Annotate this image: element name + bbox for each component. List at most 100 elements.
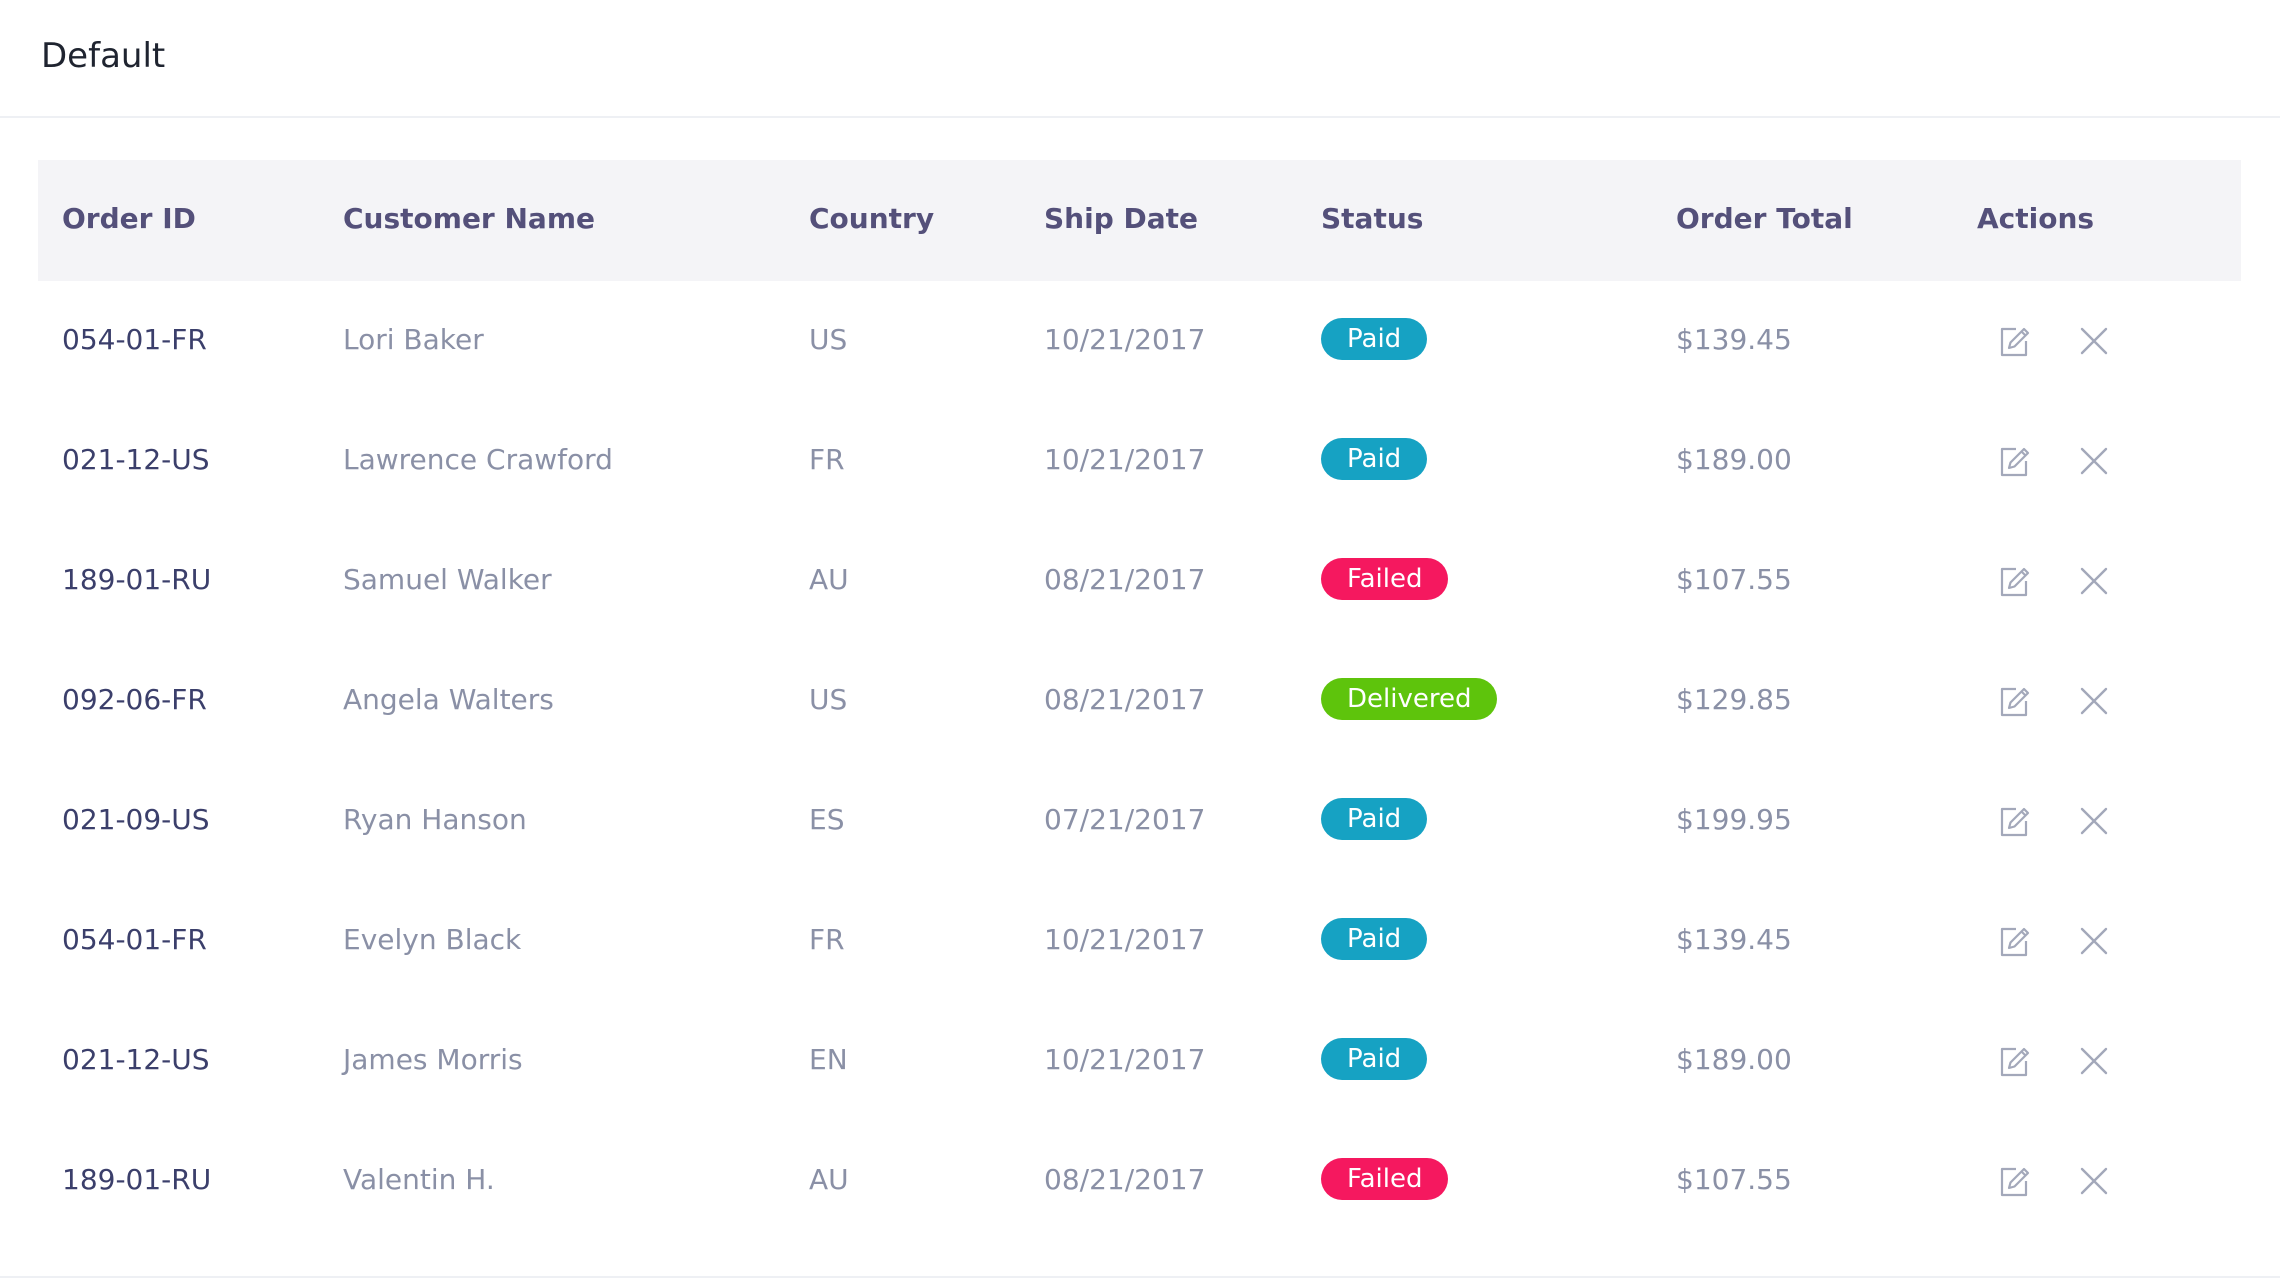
row-actions (1994, 321, 2144, 361)
column-header-order-total[interactable]: Order Total (1676, 202, 1853, 235)
customer-name-cell: Valentin H. (343, 1163, 495, 1196)
order-total-cell: $139.45 (1676, 323, 1792, 356)
edit-icon (2000, 1047, 2030, 1077)
customer-name-cell: Lori Baker (343, 323, 484, 356)
close-icon (2080, 1167, 2108, 1195)
delete-button[interactable] (2074, 681, 2114, 721)
table-row: 021-12-US James Morris EN 10/21/2017 Pai… (38, 1001, 2241, 1121)
ship-date-cell: 10/21/2017 (1044, 443, 1206, 476)
table-row: 054-01-FR Lori Baker US 10/21/2017 Paid … (38, 281, 2241, 401)
column-header-country[interactable]: Country (809, 202, 934, 235)
order-total-cell: $129.85 (1676, 683, 1792, 716)
row-actions (1994, 921, 2144, 961)
order-id-cell: 021-09-US (62, 803, 210, 836)
edit-button[interactable] (1994, 441, 2034, 481)
page: Default Order ID Customer Name Country S… (0, 0, 2280, 1278)
orders-table: Order ID Customer Name Country Ship Date… (38, 160, 2241, 1241)
order-total-cell: $107.55 (1676, 1163, 1792, 1196)
status-badge: Paid (1321, 798, 1428, 840)
close-icon (2080, 447, 2108, 475)
ship-date-cell: 10/21/2017 (1044, 323, 1206, 356)
edit-button[interactable] (1994, 801, 2034, 841)
customer-name-cell: Lawrence Crawford (343, 443, 613, 476)
row-actions (1994, 1041, 2144, 1081)
order-total-cell: $107.55 (1676, 563, 1792, 596)
customer-name-cell: Evelyn Black (343, 923, 522, 956)
edit-icon (2000, 687, 2030, 717)
edit-button[interactable] (1994, 921, 2034, 961)
row-actions (1994, 441, 2144, 481)
customer-name-cell: Angela Walters (343, 683, 554, 716)
country-cell: AU (809, 1163, 849, 1196)
order-id-cell: 021-12-US (62, 443, 210, 476)
order-total-cell: $199.95 (1676, 803, 1792, 836)
status-badge: Paid (1321, 318, 1428, 360)
country-cell: AU (809, 563, 849, 596)
close-icon (2080, 327, 2108, 355)
column-header-status[interactable]: Status (1321, 202, 1423, 235)
order-total-cell: $139.45 (1676, 923, 1792, 956)
row-actions (1994, 561, 2144, 601)
country-cell: ES (809, 803, 845, 836)
status-badge: Failed (1321, 558, 1449, 600)
order-id-cell: 189-01-RU (62, 1163, 212, 1196)
country-cell: FR (809, 923, 845, 956)
page-header: Default (0, 0, 2280, 118)
order-id-cell: 021-12-US (62, 1043, 210, 1076)
customer-name-cell: Ryan Hanson (343, 803, 527, 836)
delete-button[interactable] (2074, 1161, 2114, 1201)
edit-button[interactable] (1994, 681, 2034, 721)
order-id-cell: 054-01-FR (62, 923, 207, 956)
country-cell: FR (809, 443, 845, 476)
column-header-order-id[interactable]: Order ID (62, 202, 196, 235)
row-actions (1994, 801, 2144, 841)
delete-button[interactable] (2074, 1041, 2114, 1081)
edit-icon (2000, 567, 2030, 597)
ship-date-cell: 08/21/2017 (1044, 683, 1206, 716)
close-icon (2080, 687, 2108, 715)
ship-date-cell: 07/21/2017 (1044, 803, 1206, 836)
close-icon (2080, 567, 2108, 595)
country-cell: US (809, 323, 848, 356)
column-header-ship-date[interactable]: Ship Date (1044, 202, 1198, 235)
customer-name-cell: James Morris (343, 1043, 523, 1076)
ship-date-cell: 08/21/2017 (1044, 1163, 1206, 1196)
table-row: 021-12-US Lawrence Crawford FR 10/21/201… (38, 401, 2241, 521)
status-badge: Paid (1321, 1038, 1428, 1080)
order-total-cell: $189.00 (1676, 443, 1792, 476)
delete-button[interactable] (2074, 921, 2114, 961)
table-body: 054-01-FR Lori Baker US 10/21/2017 Paid … (38, 281, 2241, 1241)
table-row: 021-09-US Ryan Hanson ES 07/21/2017 Paid… (38, 761, 2241, 881)
order-total-cell: $189.00 (1676, 1043, 1792, 1076)
edit-button[interactable] (1994, 1161, 2034, 1201)
column-header-actions: Actions (1977, 202, 2095, 235)
status-badge: Paid (1321, 918, 1428, 960)
close-icon (2080, 927, 2108, 955)
delete-button[interactable] (2074, 561, 2114, 601)
close-icon (2080, 1047, 2108, 1075)
ship-date-cell: 10/21/2017 (1044, 1043, 1206, 1076)
country-cell: EN (809, 1043, 848, 1076)
delete-button[interactable] (2074, 801, 2114, 841)
ship-date-cell: 10/21/2017 (1044, 923, 1206, 956)
edit-button[interactable] (1994, 1041, 2034, 1081)
column-header-customer-name[interactable]: Customer Name (343, 202, 595, 235)
status-badge: Delivered (1321, 678, 1498, 720)
table-row: 054-01-FR Evelyn Black FR 10/21/2017 Pai… (38, 881, 2241, 1001)
page-title: Default (41, 36, 166, 76)
edit-icon (2000, 1167, 2030, 1197)
order-id-cell: 092-06-FR (62, 683, 207, 716)
edit-button[interactable] (1994, 321, 2034, 361)
country-cell: US (809, 683, 848, 716)
edit-button[interactable] (1994, 561, 2034, 601)
delete-button[interactable] (2074, 441, 2114, 481)
delete-button[interactable] (2074, 321, 2114, 361)
order-id-cell: 189-01-RU (62, 563, 212, 596)
table-row: 189-01-RU Valentin H. AU 08/21/2017 Fail… (38, 1121, 2241, 1241)
order-id-cell: 054-01-FR (62, 323, 207, 356)
edit-icon (2000, 327, 2030, 357)
ship-date-cell: 08/21/2017 (1044, 563, 1206, 596)
row-actions (1994, 1161, 2144, 1201)
table-row: 092-06-FR Angela Walters US 08/21/2017 D… (38, 641, 2241, 761)
status-badge: Paid (1321, 438, 1428, 480)
